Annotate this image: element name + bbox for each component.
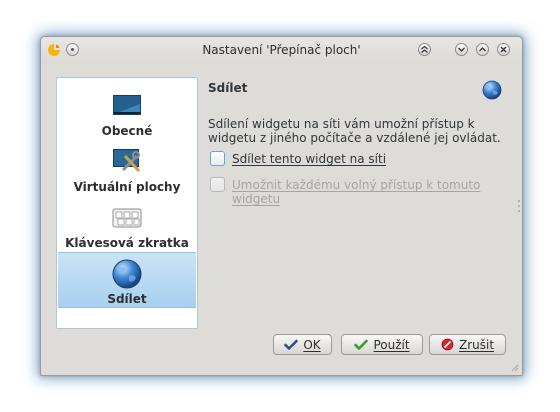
- chevron-down-icon: [458, 47, 465, 52]
- sidebar-item-label: Sdílet: [107, 292, 147, 306]
- window-title: Nastavení 'Přepínač ploch': [202, 43, 361, 57]
- virtual-desktops-tools-icon: [113, 149, 141, 173]
- chevron-up-icon: [479, 47, 486, 52]
- sidebar-item-share[interactable]: Sdílet: [58, 252, 196, 308]
- sidebar-item-label: Klávesová zkratka: [65, 236, 189, 250]
- ok-button-label: OK: [303, 337, 321, 352]
- settings-dialog: Nastavení 'Přepínač ploch' Obecné Virtuá…: [40, 36, 523, 376]
- page-title: Sdílet: [208, 81, 248, 95]
- share-description: Sdílení widgetu na síti vám umožní příst…: [208, 117, 501, 145]
- minimize-button[interactable]: [455, 43, 468, 56]
- desktop-icon: [113, 95, 141, 115]
- keyboard-icon: [112, 208, 142, 228]
- settings-page-list: Obecné Virtuální plochy Klávesová zkratk…: [56, 77, 198, 329]
- title-bar[interactable]: Nastavení 'Přepínač ploch': [41, 37, 522, 63]
- globe-icon: [482, 80, 502, 100]
- checkmark-icon: [354, 339, 369, 350]
- ok-button[interactable]: OK: [273, 334, 332, 355]
- splitter-handle[interactable]: [518, 199, 520, 213]
- checkmark-icon: [284, 339, 299, 350]
- cancel-button[interactable]: Zrušit: [429, 334, 506, 355]
- cancel-icon: [441, 338, 454, 351]
- free-access-label: Umožnit každému volný přístup k tomuto w…: [232, 178, 522, 206]
- sidebar-item-keyboard-shortcut[interactable]: Klávesová zkratka: [58, 196, 196, 250]
- keep-above-button[interactable]: [418, 43, 431, 56]
- cancel-button-label: Zrušit: [458, 337, 495, 352]
- apply-button-label: Použít: [373, 337, 410, 352]
- free-access-label-text: Umožnit každému volný přístup k tomuto w…: [232, 178, 481, 206]
- close-icon: [500, 46, 507, 53]
- share-widget-label-text: Sdílet tento widget na síti: [232, 152, 387, 166]
- share-widget-checkbox[interactable]: [210, 151, 225, 166]
- sidebar-item-label: Virtuální plochy: [73, 180, 181, 194]
- free-access-checkbox[interactable]: [210, 177, 225, 192]
- sidebar-item-label: Obecné: [101, 124, 153, 138]
- share-widget-label[interactable]: Sdílet tento widget na síti: [232, 152, 386, 166]
- double-chevron-up-icon: [421, 45, 428, 53]
- apply-button[interactable]: Použít: [341, 334, 423, 355]
- close-button[interactable]: [497, 43, 510, 56]
- globe-icon: [112, 259, 142, 289]
- sidebar-item-virtual-desktops[interactable]: Virtuální plochy: [58, 140, 196, 194]
- sidebar-item-general[interactable]: Obecné: [58, 84, 196, 138]
- resize-grip-icon[interactable]: [511, 364, 519, 372]
- maximize-button[interactable]: [476, 43, 489, 56]
